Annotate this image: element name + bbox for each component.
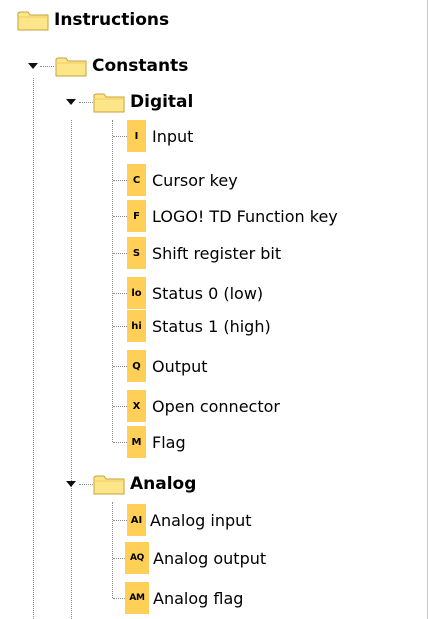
instruction-tree: Instructions Constants Digital I Input C… — [0, 0, 428, 619]
tree-item-flag[interactable]: M Flag — [127, 424, 186, 460]
tree-item-open-connector[interactable]: X Open connector — [127, 388, 280, 424]
tree-item-label: Analog output — [153, 548, 267, 568]
tree-branch-line — [113, 326, 127, 327]
tree-node-label: Instructions — [54, 10, 170, 30]
tree-item-label: Input — [152, 126, 194, 146]
tree-branch-line — [113, 136, 127, 137]
tree-item-label: Status 1 (high) — [152, 316, 271, 336]
expand-arrow-icon[interactable] — [66, 99, 76, 105]
tree-item-cursor-key[interactable]: C Cursor key — [127, 162, 238, 198]
tree-branch-line — [113, 442, 127, 443]
status-high-icon: hi — [127, 310, 146, 342]
tree-guide-line — [112, 502, 113, 598]
function-key-icon: F — [127, 200, 146, 232]
tree-branch-line — [113, 520, 127, 521]
tree-item-function-key[interactable]: F LOGO! TD Function key — [127, 198, 338, 234]
tree-item-label: LOGO! TD Function key — [152, 206, 338, 226]
tree-branch-line — [113, 180, 127, 181]
tree-item-label: Status 0 (low) — [152, 283, 264, 303]
analog-output-icon: AQ — [125, 542, 149, 574]
expand-arrow-icon[interactable] — [66, 481, 76, 487]
tree-guide-line — [33, 78, 34, 619]
tree-guide-line — [112, 120, 113, 442]
tree-branch-line — [113, 366, 127, 367]
tree-node-digital[interactable]: Digital — [93, 84, 193, 120]
tree-node-analog[interactable]: Analog — [93, 466, 196, 502]
tree-node-label: Constants — [92, 56, 189, 76]
tree-branch-line — [113, 253, 127, 254]
open-connector-icon: X — [127, 390, 146, 422]
tree-item-analog-flag[interactable]: AM Analog flag — [125, 580, 243, 616]
tree-item-status-low[interactable]: lo Status 0 (low) — [127, 275, 263, 311]
tree-branch-line — [40, 66, 54, 67]
folder-icon — [93, 91, 125, 113]
tree-branch-line — [79, 484, 93, 485]
tree-item-label: Open connector — [152, 396, 280, 416]
shift-register-icon: S — [127, 237, 146, 269]
tree-guide-line — [71, 120, 72, 619]
tree-item-status-high[interactable]: hi Status 1 (high) — [127, 308, 271, 344]
tree-item-analog-input[interactable]: AI Analog input — [127, 502, 252, 538]
tree-branch-line — [113, 293, 127, 294]
tree-item-input[interactable]: I Input — [127, 118, 193, 154]
expand-arrow-icon[interactable] — [28, 63, 38, 69]
tree-item-output[interactable]: Q Output — [127, 348, 208, 384]
tree-item-analog-output[interactable]: AQ Analog output — [125, 540, 266, 576]
tree-node-instructions[interactable]: Instructions — [17, 2, 169, 38]
tree-item-label: Flag — [152, 432, 186, 452]
tree-item-label: Analog input — [150, 510, 252, 530]
digital-output-icon: Q — [127, 350, 146, 382]
tree-branch-line — [113, 406, 127, 407]
analog-flag-icon: AM — [125, 582, 149, 614]
tree-item-label: Analog flag — [153, 588, 244, 608]
tree-node-label: Digital — [130, 92, 194, 112]
digital-input-icon: I — [127, 120, 146, 152]
flag-icon: M — [127, 426, 146, 458]
analog-input-icon: AI — [127, 504, 146, 536]
tree-branch-line — [113, 216, 127, 217]
tree-node-constants[interactable]: Constants — [55, 48, 188, 84]
folder-icon — [17, 9, 49, 31]
tree-node-label: Analog — [130, 474, 197, 494]
tree-item-label: Output — [152, 356, 208, 376]
tree-branch-line — [113, 598, 125, 599]
folder-icon — [55, 55, 87, 77]
folder-icon — [93, 473, 125, 495]
tree-item-shift-register-bit[interactable]: S Shift register bit — [127, 235, 281, 271]
tree-branch-line — [79, 102, 93, 103]
tree-item-label: Shift register bit — [152, 243, 282, 263]
cursor-key-icon: C — [127, 164, 146, 196]
tree-item-label: Cursor key — [152, 170, 238, 190]
status-low-icon: lo — [127, 277, 146, 309]
